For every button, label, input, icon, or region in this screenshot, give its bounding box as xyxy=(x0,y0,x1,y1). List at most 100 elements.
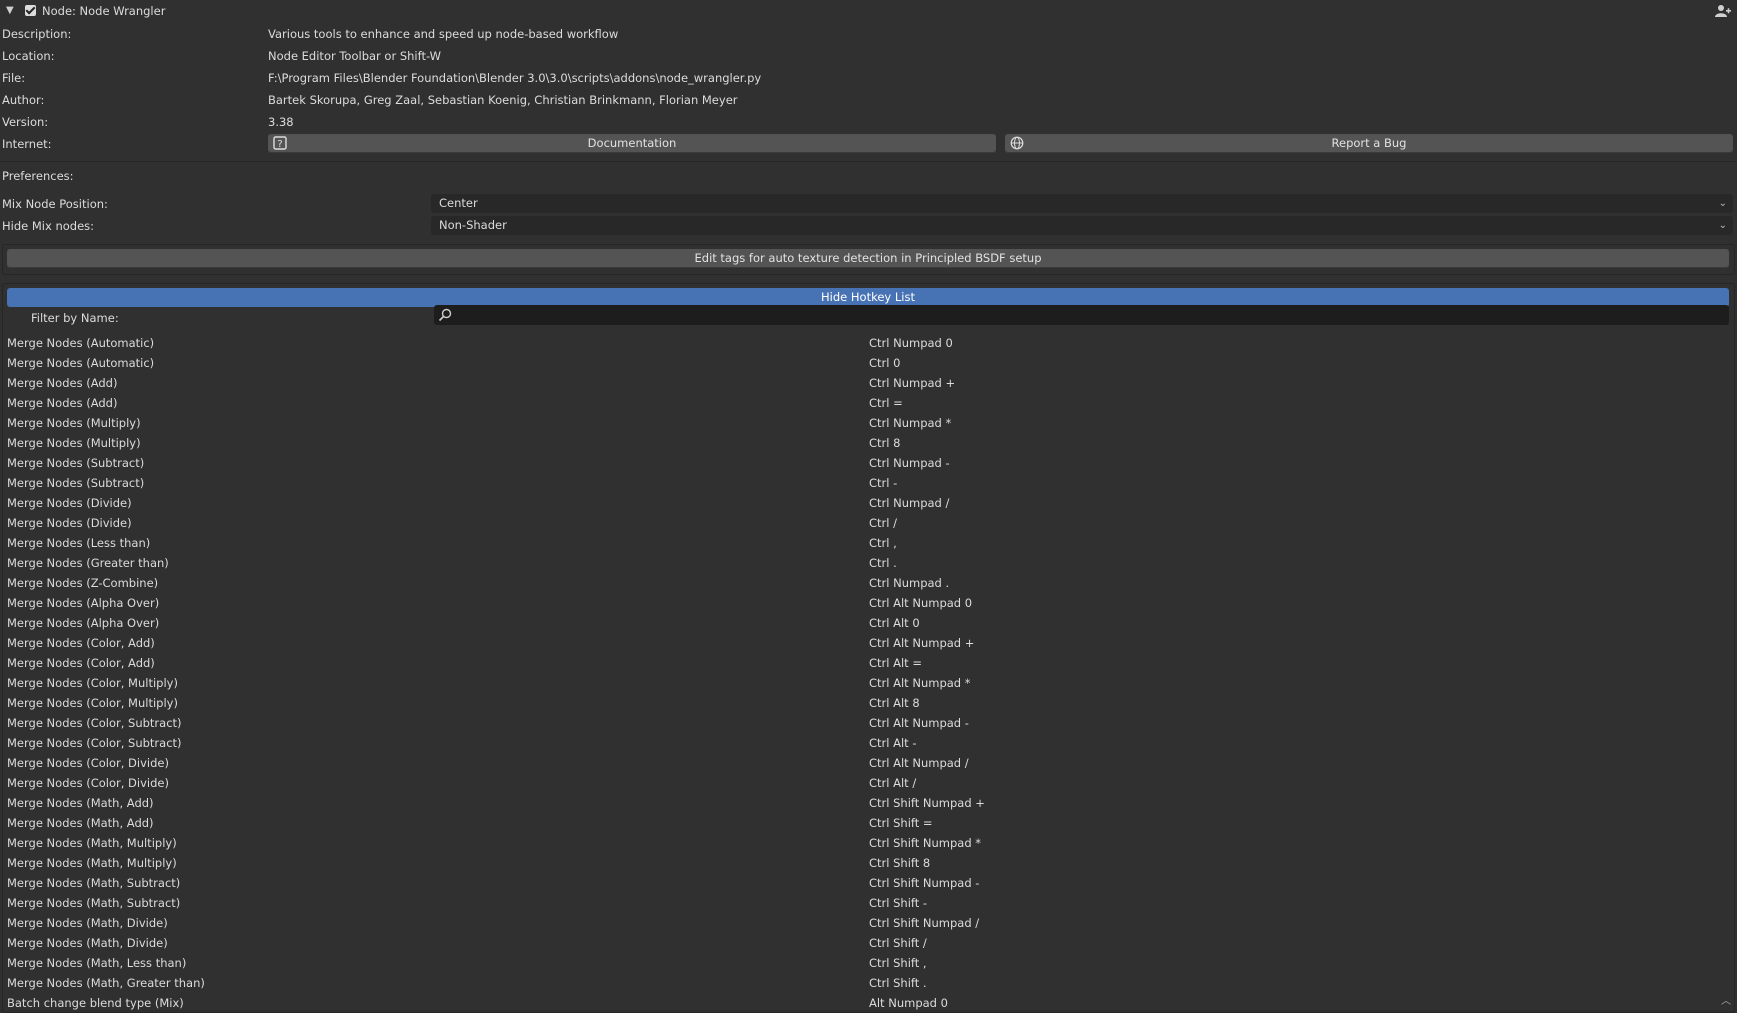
hotkey-row: Merge Nodes (Math, Add)Ctrl Shift = xyxy=(0,813,1737,833)
hotkey-name: Merge Nodes (Subtract) xyxy=(7,473,144,493)
report-bug-button[interactable]: Report a Bug xyxy=(1005,134,1733,153)
svg-text:?: ? xyxy=(277,139,282,150)
hide-mix-nodes-label: Hide Mix nodes: xyxy=(2,216,262,236)
preferences-heading: Preferences: xyxy=(2,166,74,186)
hotkey-row: Merge Nodes (Multiply) Ctrl Numpad * xyxy=(0,413,1737,433)
mix-node-position-value: Center xyxy=(439,196,478,210)
hotkey-name: Merge Nodes (Divide) xyxy=(7,493,132,513)
location-value: Node Editor Toolbar or Shift-W xyxy=(268,46,441,66)
search-icon xyxy=(438,308,452,322)
hotkey-name: Merge Nodes (Math, Add) xyxy=(7,793,154,813)
internet-label: Internet: xyxy=(2,134,262,154)
hotkey-shortcut: Ctrl Numpad * xyxy=(869,413,951,433)
hotkey-shortcut: Ctrl - xyxy=(869,473,897,493)
hotkey-row: Merge Nodes (Color, Multiply) Ctrl Alt 8 xyxy=(0,693,1737,713)
hotkey-name: Merge Nodes (Subtract) xyxy=(7,453,144,473)
hotkey-shortcut: Ctrl Alt 0 xyxy=(869,613,920,633)
hotkey-shortcut: Ctrl Numpad 0 xyxy=(869,333,953,353)
hotkey-shortcut: Ctrl Alt Numpad - xyxy=(869,713,969,733)
filter-by-name-input[interactable] xyxy=(434,305,1729,325)
scroll-up-icon[interactable]: ︿ xyxy=(1721,992,1731,1007)
hotkey-row: Merge Nodes (Subtract) Ctrl - xyxy=(0,473,1737,493)
hotkey-shortcut: Ctrl Shift , xyxy=(869,953,927,973)
hotkey-row: Merge Nodes (Math, Divide)Ctrl Shift Num… xyxy=(0,913,1737,933)
author-label: Author: xyxy=(2,90,262,110)
hotkey-row: Merge Nodes (Color, Multiply)Ctrl Alt Nu… xyxy=(0,673,1737,693)
hotkey-shortcut: Ctrl . xyxy=(869,553,897,573)
section-divider xyxy=(0,161,1737,162)
hotkey-row: Merge Nodes (Math, Subtract)Ctrl Shift N… xyxy=(0,873,1737,893)
hotkey-name: Merge Nodes (Alpha Over) xyxy=(7,613,159,633)
version-label: Version: xyxy=(2,112,262,132)
hotkey-row: Merge Nodes (Automatic)Ctrl Numpad 0 xyxy=(0,333,1737,353)
report-bug-label: Report a Bug xyxy=(1332,136,1407,150)
location-label: Location: xyxy=(2,46,262,66)
hotkey-row: Merge Nodes (Color, Add)Ctrl Alt Numpad … xyxy=(0,633,1737,653)
hotkey-list: Merge Nodes (Automatic)Ctrl Numpad 0 Merg… xyxy=(0,333,1737,1013)
mix-node-position-dropdown[interactable]: Center ⌄ xyxy=(431,194,1733,213)
hotkey-name: Merge Nodes (Color, Add) xyxy=(7,653,155,673)
hotkey-shortcut: Ctrl Shift Numpad * xyxy=(869,833,981,853)
hotkey-row: Merge Nodes (Alpha Over) Ctrl Alt Numpad … xyxy=(0,593,1737,613)
hotkey-name: Merge Nodes (Math, Divide) xyxy=(7,933,168,953)
hotkey-shortcut: Ctrl Shift Numpad + xyxy=(869,793,985,813)
preferences-label: Preferences: xyxy=(2,169,74,183)
help-icon: ? xyxy=(273,136,287,150)
hotkey-name: Merge Nodes (Color, Multiply) xyxy=(7,693,178,713)
hotkey-shortcut: Alt Numpad 0 xyxy=(869,993,948,1013)
edit-tags-button[interactable]: Edit tags for auto texture detection in … xyxy=(7,249,1729,268)
hotkey-name: Merge Nodes (Math, Multiply) xyxy=(7,833,177,853)
hide-mix-nodes-value: Non-Shader xyxy=(439,218,507,232)
hotkey-shortcut: Ctrl / xyxy=(869,513,897,533)
addon-title: Node: Node Wrangler xyxy=(42,4,165,18)
hotkey-row: Merge Nodes (Color, Subtract)Ctrl Alt Nu… xyxy=(0,713,1737,733)
hotkey-name: Merge Nodes (Alpha Over) xyxy=(7,593,159,613)
chevron-down-icon: ⌄ xyxy=(1719,194,1727,213)
hotkey-shortcut: Ctrl Shift / xyxy=(869,933,927,953)
hide-mix-nodes-dropdown[interactable]: Non-Shader ⌄ xyxy=(431,216,1733,235)
hotkey-name: Merge Nodes (Z-Combine) xyxy=(7,573,158,593)
hotkey-shortcut: Ctrl Numpad + xyxy=(869,373,955,393)
hotkey-row: Merge Nodes (Greater than)Ctrl . xyxy=(0,553,1737,573)
hotkey-name: Merge Nodes (Divide) xyxy=(7,513,132,533)
hotkey-name: Merge Nodes (Math, Less than) xyxy=(7,953,186,973)
hotkey-row: Merge Nodes (Math, Multiply) Ctrl Shift N… xyxy=(0,833,1737,853)
hotkey-row: Merge Nodes (Subtract)Ctrl Numpad - xyxy=(0,453,1737,473)
hotkey-row: Merge Nodes (Math, Subtract)Ctrl Shift - xyxy=(0,893,1737,913)
hotkey-row: Merge Nodes (Multiply)Ctrl 8 xyxy=(0,433,1737,453)
hotkey-row: Batch change blend type (Mix) Alt Numpad … xyxy=(0,993,1737,1013)
hotkey-name: Batch change blend type (Mix) xyxy=(7,993,184,1013)
edit-tags-label: Edit tags for auto texture detection in … xyxy=(695,251,1042,265)
hotkey-name: Merge Nodes (Math, Subtract) xyxy=(7,893,180,913)
chevron-down-icon: ⌄ xyxy=(1719,216,1727,235)
hotkey-name: Merge Nodes (Add) xyxy=(7,393,117,413)
hotkey-name: Merge Nodes (Multiply) xyxy=(7,433,141,453)
hotkey-name: Merge Nodes (Color, Divide) xyxy=(7,753,169,773)
hotkey-shortcut: Ctrl = xyxy=(869,393,903,413)
hotkey-row: Merge Nodes (Color, Divide)Ctrl Alt / xyxy=(0,773,1737,793)
collapse-triangle-icon[interactable]: ▼ xyxy=(6,5,14,16)
hotkey-row: Merge Nodes (Math, Add) Ctrl Shift Numpad… xyxy=(0,793,1737,813)
globe-icon xyxy=(1010,136,1024,150)
user-icon[interactable] xyxy=(1715,4,1731,18)
hotkey-shortcut: Ctrl Alt Numpad / xyxy=(869,753,969,773)
hotkey-name: Merge Nodes (Multiply) xyxy=(7,413,141,433)
hotkey-row: Merge Nodes (Math, Multiply)Ctrl Shift 8 xyxy=(0,853,1737,873)
hotkey-name: Merge Nodes (Less than) xyxy=(7,533,150,553)
hotkey-shortcut: Ctrl Alt Numpad 0 xyxy=(869,593,972,613)
hotkey-shortcut: Ctrl Alt / xyxy=(869,773,916,793)
hotkey-shortcut: Ctrl Alt 8 xyxy=(869,693,920,713)
addon-enabled-checkbox[interactable] xyxy=(25,5,36,16)
hotkey-name: Merge Nodes (Math, Divide) xyxy=(7,913,168,933)
version-value: 3.38 xyxy=(268,112,294,132)
hotkey-row: Merge Nodes (Divide) Ctrl Numpad / xyxy=(0,493,1737,513)
hotkey-row: Merge Nodes (Color, Divide) Ctrl Alt Nump… xyxy=(0,753,1737,773)
documentation-button[interactable]: ? Documentation xyxy=(268,134,996,153)
hotkey-shortcut: Ctrl 0 xyxy=(869,353,900,373)
addon-header: ▼ Node: Node Wrangler xyxy=(0,0,1737,22)
hotkey-name: Merge Nodes (Math, Multiply) xyxy=(7,853,177,873)
hotkey-row: Merge Nodes (Z-Combine)Ctrl Numpad . xyxy=(0,573,1737,593)
hotkey-shortcut: Ctrl Alt Numpad + xyxy=(869,633,974,653)
hotkey-name: Merge Nodes (Add) xyxy=(7,373,117,393)
hotkey-shortcut: Ctrl Numpad / xyxy=(869,493,949,513)
